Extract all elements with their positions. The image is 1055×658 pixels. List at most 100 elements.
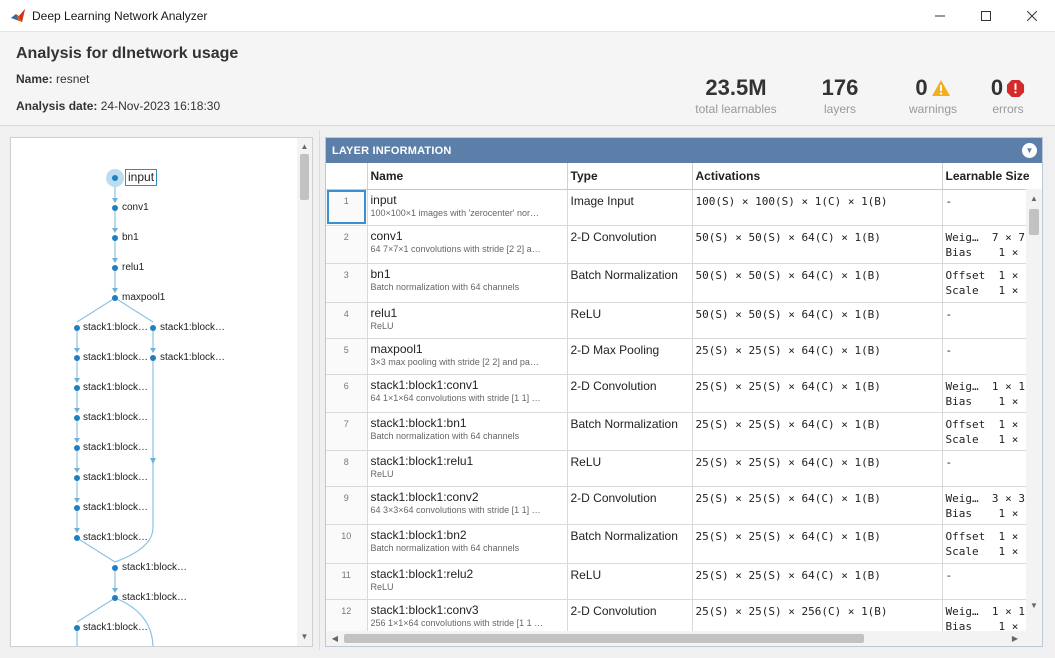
activations-cell[interactable]: 25(S) × 25(S) × 256(C) × 1(B) [692,599,943,631]
row-index[interactable]: 1 [326,189,368,226]
graph-node[interactable]: stack1:block… [122,592,187,603]
row-index[interactable]: 10 [326,524,368,564]
row-index[interactable]: 3 [326,263,368,303]
graph-node[interactable]: stack1:block… [83,322,148,333]
network-graph-panel[interactable]: input conv1 bn1 relu1 maxpool1 stack1:bl… [10,137,313,647]
graph-vertical-scrollbar[interactable]: ▲ ▼ [297,138,312,646]
layer-type-cell[interactable]: ReLU [567,450,693,487]
graph-node[interactable]: stack1:block… [83,442,148,453]
graph-node[interactable]: stack1:block… [83,412,148,423]
column-header-learnables[interactable]: Learnable Size [942,163,1042,190]
layer-name-cell[interactable]: stack1:block1:conv2 64 3×3×64 convolution… [367,486,568,525]
layer-name-cell[interactable]: stack1:block1:relu1 ReLU [367,450,568,487]
activations-cell[interactable]: 25(S) × 25(S) × 64(C) × 1(B) [692,374,943,413]
scroll-right-icon[interactable]: ▶ [1008,631,1022,646]
layer-name-cell[interactable]: stack1:block1:bn2 Batch normalization wit… [367,524,568,564]
graph-node[interactable]: stack1:block… [83,472,148,483]
activations-cell[interactable]: 25(S) × 25(S) × 64(C) × 1(B) [692,563,943,600]
layer-type-cell[interactable]: Batch Normalization [567,263,693,303]
layer-name-cell[interactable]: input 100×100×1 images with 'zerocenter' … [367,189,568,226]
table-horizontal-scrollbar[interactable]: ◀ ▶ [326,631,1042,646]
table-row[interactable]: 4 relu1 ReLU ReLU 50(S) × 50(S) × 64(C) × 1(… [326,302,1042,339]
activations-cell[interactable]: 25(S) × 25(S) × 64(C) × 1(B) [692,338,943,375]
graph-node[interactable]: stack1:block… [122,562,187,573]
table-row[interactable]: 5 maxpool1 3×3 max pooling with stride [2 … [326,338,1042,375]
layer-name-cell[interactable]: bn1 Batch normalization with 64 channels [367,263,568,303]
table-row[interactable]: 7 stack1:block1:bn1 Batch normalization wi… [326,412,1042,451]
layer-type-cell[interactable]: ReLU [567,302,693,339]
scroll-down-icon[interactable]: ▼ [297,630,312,644]
graph-node[interactable]: stack1:block… [160,322,225,333]
graph-node-input[interactable]: input [125,169,158,186]
activations-cell[interactable]: 50(S) × 50(S) × 64(C) × 1(B) [692,225,943,264]
row-index[interactable]: 12 [326,599,368,631]
table-hscroll-thumb[interactable] [344,634,864,643]
layer-type-cell[interactable]: 2-D Convolution [567,225,693,264]
activations-cell[interactable]: 100(S) × 100(S) × 1(C) × 1(B) [692,189,943,226]
layer-name-cell[interactable]: maxpool1 3×3 max pooling with stride [2 2… [367,338,568,375]
column-header-name[interactable]: Name [367,163,568,190]
scroll-up-icon[interactable]: ▲ [1026,192,1042,206]
column-header-activations[interactable]: Activations [692,163,943,190]
table-row[interactable]: 2 conv1 64 7×7×1 convolutions with stride … [326,225,1042,264]
scroll-up-icon[interactable]: ▲ [297,140,312,154]
graph-node[interactable]: stack1:block… [160,352,225,363]
graph-node-conv1[interactable]: conv1 [122,202,149,213]
table-row[interactable]: 3 bn1 Batch normalization with 64 channels… [326,263,1042,303]
table-row[interactable]: 10 stack1:block1:bn2 Batch normalization w… [326,524,1042,564]
layer-name-cell[interactable]: stack1:block1:conv3 256 1×1×64 convolutio… [367,599,568,631]
activations-cell[interactable]: 25(S) × 25(S) × 64(C) × 1(B) [692,450,943,487]
layer-table-container[interactable]: Name Type Activations Learnable Size 1 in… [326,163,1042,631]
layer-type-cell[interactable]: 2-D Max Pooling [567,338,693,375]
row-index[interactable]: 5 [326,338,368,375]
row-index[interactable]: 6 [326,374,368,413]
layer-name-cell[interactable]: stack1:block1:bn1 Batch normalization wit… [367,412,568,451]
row-index[interactable]: 4 [326,302,368,339]
table-row[interactable]: 12 stack1:block1:conv3 256 1×1×64 convolut… [326,599,1042,631]
layer-type-cell[interactable]: Batch Normalization [567,412,693,451]
layer-type-cell[interactable]: Batch Normalization [567,524,693,564]
graph-node[interactable]: stack1:block… [83,352,148,363]
scroll-left-icon[interactable]: ◀ [328,631,342,646]
row-index[interactable]: 11 [326,563,368,600]
layer-type-cell[interactable]: 2-D Convolution [567,486,693,525]
activations-cell[interactable]: 50(S) × 50(S) × 64(C) × 1(B) [692,263,943,303]
layer-type-cell[interactable]: Image Input [567,189,693,226]
graph-scroll-thumb[interactable] [300,154,309,200]
layer-type-cell[interactable]: 2-D Convolution [567,374,693,413]
graph-node-bn1[interactable]: bn1 [122,232,139,243]
table-row[interactable]: 8 stack1:block1:relu1 ReLU ReLU 25(S) × 25(S… [326,450,1042,487]
layer-name-cell[interactable]: stack1:block1:relu2 ReLU [367,563,568,600]
table-row[interactable]: 9 stack1:block1:conv2 64 3×3×64 convolutio… [326,486,1042,525]
activations-cell[interactable]: 50(S) × 50(S) × 64(C) × 1(B) [692,302,943,339]
minimize-button[interactable] [917,0,963,32]
graph-node[interactable]: stack1:block… [83,532,148,543]
graph-node-maxpool1[interactable]: maxpool1 [122,292,165,303]
graph-node[interactable]: stack1:block… [83,502,148,513]
collapse-button[interactable]: ▼ [1022,143,1037,158]
table-row[interactable]: 1 input 100×100×1 images with 'zerocenter'… [326,189,1042,226]
layer-name-cell[interactable]: stack1:block1:conv1 64 1×1×64 convolution… [367,374,568,413]
activations-cell[interactable]: 25(S) × 25(S) × 64(C) × 1(B) [692,486,943,525]
table-row[interactable]: 11 stack1:block1:relu2 ReLU ReLU 25(S) × 25(… [326,563,1042,600]
column-header-type[interactable]: Type [567,163,693,190]
layer-type-cell[interactable]: ReLU [567,563,693,600]
column-header-index[interactable] [326,163,368,190]
graph-node-relu1[interactable]: relu1 [122,262,144,273]
close-button[interactable] [1009,0,1055,32]
table-scroll-thumb[interactable] [1029,209,1039,235]
activations-cell[interactable]: 25(S) × 25(S) × 64(C) × 1(B) [692,412,943,451]
graph-node[interactable]: stack1:block… [83,382,148,393]
layer-type-cell[interactable]: 2-D Convolution [567,599,693,631]
table-vertical-scrollbar[interactable]: ▲ ▼ [1026,189,1042,631]
graph-node[interactable]: stack1:block… [83,622,148,633]
row-index[interactable]: 8 [326,450,368,487]
layer-name-cell[interactable]: relu1 ReLU [367,302,568,339]
maximize-button[interactable] [963,0,1009,32]
row-index[interactable]: 7 [326,412,368,451]
layer-name-cell[interactable]: conv1 64 7×7×1 convolutions with stride [… [367,225,568,264]
scroll-down-icon[interactable]: ▼ [1026,599,1042,613]
activations-cell[interactable]: 25(S) × 25(S) × 64(C) × 1(B) [692,524,943,564]
panel-splitter[interactable] [319,130,320,650]
row-index[interactable]: 9 [326,486,368,525]
